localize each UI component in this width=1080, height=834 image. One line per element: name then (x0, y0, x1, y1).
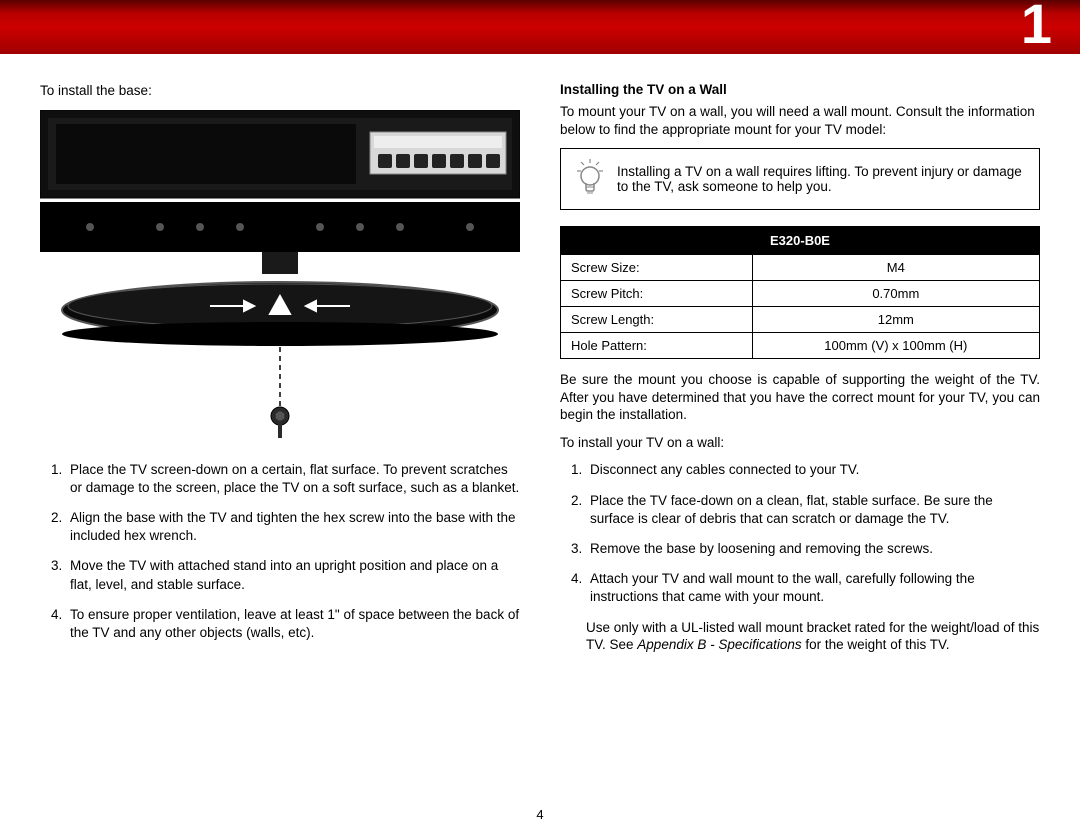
table-row: Screw Size: M4 (561, 255, 1040, 281)
spec-value: 100mm (V) x 100mm (H) (752, 333, 1039, 359)
left-column: To install the base: (40, 82, 520, 664)
spec-value: 0.70mm (752, 281, 1039, 307)
list-item: Move the TV with attached stand into an … (66, 557, 520, 593)
table-row: Screw Length: 12mm (561, 307, 1040, 333)
page-content: To install the base: (0, 54, 1080, 664)
wall-list-intro: To install your TV on a wall: (560, 434, 1040, 452)
spec-value: M4 (752, 255, 1039, 281)
header-band: 1 (0, 0, 1080, 54)
closing-post: for the weight of this TV. (802, 637, 950, 652)
list-item: Remove the base by loosening and removin… (586, 540, 1040, 558)
table-header: E320-B0E (561, 227, 1040, 255)
list-item: Attach your TV and wall mount to the wal… (586, 570, 1040, 606)
after-table-para: Be sure the mount you choose is capable … (560, 371, 1040, 424)
closing-italic: Appendix B - Specifications (637, 637, 801, 652)
spec-label: Screw Pitch: (561, 281, 753, 307)
spec-label: Screw Size: (561, 255, 753, 281)
tip-text: Installing a TV on a wall requires lifti… (617, 164, 1025, 194)
wall-mount-heading: Installing the TV on a Wall (560, 82, 1040, 97)
left-intro: To install the base: (40, 82, 520, 100)
base-install-diagram (40, 110, 520, 440)
list-item: Disconnect any cables connected to your … (586, 461, 1040, 479)
spec-label: Screw Length: (561, 307, 753, 333)
wall-mount-intro: To mount your TV on a wall, you will nee… (560, 103, 1040, 138)
list-item: Place the TV face-down on a clean, flat,… (586, 492, 1040, 528)
list-item: To ensure proper ventilation, leave at l… (66, 606, 520, 642)
right-column: Installing the TV on a Wall To mount you… (560, 82, 1040, 664)
tip-callout: Installing a TV on a wall requires lifti… (560, 148, 1040, 210)
list-item: Align the base with the TV and tighten t… (66, 509, 520, 545)
page-number: 4 (0, 807, 1080, 822)
lightbulb-icon (575, 159, 605, 199)
table-row: Screw Pitch: 0.70mm (561, 281, 1040, 307)
specs-table: E320-B0E Screw Size: M4 Screw Pitch: 0.7… (560, 226, 1040, 359)
list-item: Place the TV screen-down on a certain, f… (66, 461, 520, 497)
table-row: Hole Pattern: 100mm (V) x 100mm (H) (561, 333, 1040, 359)
closing-note: Use only with a UL-listed wall mount bra… (586, 619, 1040, 654)
spec-label: Hole Pattern: (561, 333, 753, 359)
left-steps-list: Place the TV screen-down on a certain, f… (40, 461, 520, 643)
section-number: 1 (1021, 0, 1052, 54)
right-steps-list: Disconnect any cables connected to your … (560, 461, 1040, 606)
spec-value: 12mm (752, 307, 1039, 333)
